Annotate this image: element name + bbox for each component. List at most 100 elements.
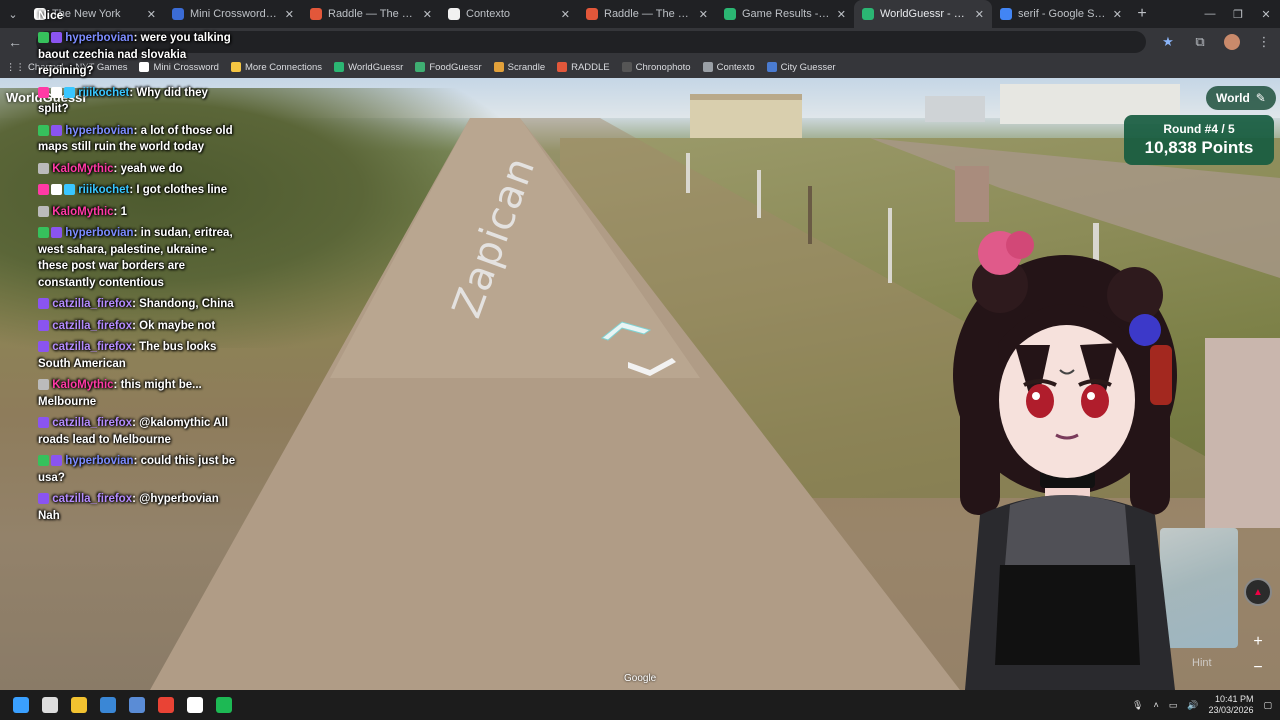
windows-taskbar: 🎙 ˄ ▭ 🔊 10:41 PM 23/03/2026 ▢ — [0, 690, 1280, 720]
chrome-icon[interactable] — [151, 690, 180, 720]
chat-username[interactable]: hyperbovian — [65, 125, 133, 137]
chat-badges — [38, 493, 49, 505]
bookmark-item[interactable]: WorldGuessr — [328, 62, 409, 73]
chat-separator: : — [133, 455, 141, 467]
browser-tab[interactable]: Raddle — The Word Trans ✕ — [302, 0, 440, 28]
chat-text: Ok maybe not — [139, 319, 216, 332]
browser-tab[interactable]: Game Results - FoodGuess ✕ — [716, 0, 854, 28]
tab-close-icon[interactable]: ✕ — [699, 8, 708, 21]
chat-username[interactable]: catzilla_firefox — [52, 417, 132, 429]
tab-favicon-icon — [586, 8, 598, 20]
browser-tab-strip: ⌄ The New York✕Mini Crossword - Los Ange… — [0, 0, 1280, 28]
bookmark-label: More Connections — [244, 61, 323, 73]
move-forward-arrow-icon[interactable] — [600, 318, 652, 344]
game-mode-pill[interactable]: World ✎ — [1206, 86, 1276, 110]
bookmark-item[interactable]: RADDLE — [551, 62, 616, 73]
bookmark-item[interactable]: Chronophoto — [616, 62, 697, 73]
chat-username[interactable]: hyperbovian — [65, 455, 133, 467]
bookmark-item[interactable]: More Connections — [225, 62, 328, 73]
extensions-icon[interactable]: ⧉ — [1184, 34, 1216, 50]
network-icon[interactable]: ▭ — [1169, 700, 1178, 711]
vtuber-studio-icon[interactable] — [122, 690, 151, 720]
chat-separator: : — [113, 379, 121, 391]
close-window-icon[interactable]: ✕ — [1252, 0, 1280, 28]
tab-title: Mini Crossword - Los Ange — [190, 8, 279, 20]
compass-icon[interactable]: ▲ — [1244, 578, 1272, 606]
chat-message: hyperbovian: were you talking baout czec… — [30, 30, 240, 80]
tab-close-icon[interactable]: ✕ — [285, 8, 294, 21]
photos-icon[interactable] — [93, 690, 122, 720]
tab-close-icon[interactable]: ✕ — [423, 8, 432, 21]
bookmark-item[interactable]: City Guesser — [761, 62, 842, 73]
tab-close-icon[interactable]: ✕ — [975, 8, 984, 21]
volume-icon[interactable]: 🔊 — [1187, 700, 1198, 711]
chat-badge-icon — [38, 298, 49, 310]
file-explorer-icon[interactable] — [64, 690, 93, 720]
tab-close-icon[interactable]: ✕ — [147, 8, 156, 21]
taskbar-apps — [6, 690, 238, 720]
apps-grid-icon[interactable]: ⋮⋮ — [0, 62, 25, 73]
chat-message: riiikochet: I got clothes line — [30, 182, 240, 199]
profile-avatar[interactable] — [1224, 34, 1240, 50]
chat-badges — [38, 205, 49, 217]
chat-message: KaloMythic: yeah we do — [30, 161, 240, 178]
chat-username[interactable]: KaloMythic — [52, 206, 113, 218]
bookmark-item[interactable]: Scrandle — [488, 62, 552, 73]
tab-title: Raddle — The Word Trans — [604, 8, 693, 20]
chat-username[interactable]: hyperbovian — [65, 32, 133, 44]
minimize-icon[interactable]: — — [1196, 0, 1224, 28]
browser-tab[interactable]: Raddle — The Word Trans ✕ — [578, 0, 716, 28]
chat-username[interactable]: catzilla_firefox — [52, 341, 132, 353]
zoom-in-icon[interactable]: + — [1246, 630, 1270, 654]
bookmark-label: Scrandle — [507, 61, 546, 73]
chat-text: I got clothes line — [136, 184, 228, 196]
windows-start-icon[interactable] — [6, 690, 35, 720]
bookmark-star-icon[interactable]: ★ — [1152, 34, 1184, 50]
chat-message: hyperbovian: could this just be usa? — [30, 453, 240, 486]
tab-title: The New York — [52, 8, 121, 20]
tab-favicon-icon — [862, 8, 874, 20]
windows-start-glyph — [12, 697, 29, 713]
bookmark-item[interactable]: Contexto — [697, 62, 761, 73]
fence-post — [686, 153, 690, 193]
chat-message: catzilla_firefox: @hyperbovian Nah — [30, 491, 240, 524]
browser-tab[interactable]: Mini Crossword - Los Ange ✕ — [164, 0, 302, 28]
browser-tab[interactable]: serif - Google Search ✕ — [992, 0, 1130, 28]
restore-icon[interactable]: ❐ — [1224, 0, 1252, 28]
tab-close-icon[interactable]: ✕ — [561, 8, 570, 21]
chat-badge-icon — [38, 379, 49, 391]
obs-icon[interactable] — [35, 690, 64, 720]
chat-message: catzilla_firefox: @kalomythic All roads … — [30, 415, 240, 448]
microphone-icon[interactable]: 🎙 — [1132, 700, 1143, 711]
chat-username[interactable]: catzilla_firefox — [52, 493, 132, 505]
bookmark-favicon-icon — [415, 62, 426, 72]
tab-close-icon[interactable]: ✕ — [1113, 8, 1122, 21]
chat-username[interactable]: riiikochet — [78, 184, 129, 196]
tab-close-icon[interactable]: ✕ — [837, 8, 846, 21]
chat-username[interactable]: catzilla_firefox — [52, 298, 132, 310]
chat-username[interactable]: riiikochet — [78, 87, 129, 99]
capcut-icon[interactable] — [180, 690, 209, 720]
move-back-arrow-icon[interactable] — [626, 356, 678, 378]
chat-username[interactable]: hyperbovian — [65, 227, 133, 239]
chat-username[interactable]: catzilla_firefox — [52, 320, 132, 332]
bookmark-item[interactable]: FoodGuessr — [409, 62, 487, 73]
clock[interactable]: 10:41 PM 23/03/2026 — [1208, 694, 1253, 716]
capcut-glyph — [186, 697, 203, 713]
back-icon[interactable]: ← — [0, 34, 30, 50]
chat-username[interactable]: KaloMythic — [52, 379, 113, 391]
zoom-out-icon[interactable]: − — [1246, 656, 1270, 680]
chat-overflow-text: Nice — [38, 8, 64, 22]
browser-menu-icon[interactable]: ⋮ — [1248, 34, 1280, 50]
spotify-icon[interactable] — [209, 690, 238, 720]
fence-post — [757, 170, 761, 218]
browser-tab[interactable]: WorldGuessr - Play Geogra ✕ — [854, 0, 992, 28]
chat-username[interactable]: KaloMythic — [52, 163, 113, 175]
new-tab-button[interactable]: + — [1130, 5, 1154, 23]
browser-tab[interactable]: Contexto ✕ — [440, 0, 578, 28]
tab-search-icon[interactable]: ⌄ — [0, 0, 26, 28]
chevron-up-icon[interactable]: ˄ — [1153, 700, 1158, 710]
round-counter: Round #4 / 5 — [1163, 122, 1235, 136]
notifications-icon[interactable]: ▢ — [1263, 700, 1272, 711]
bookmark-favicon-icon — [621, 62, 632, 72]
